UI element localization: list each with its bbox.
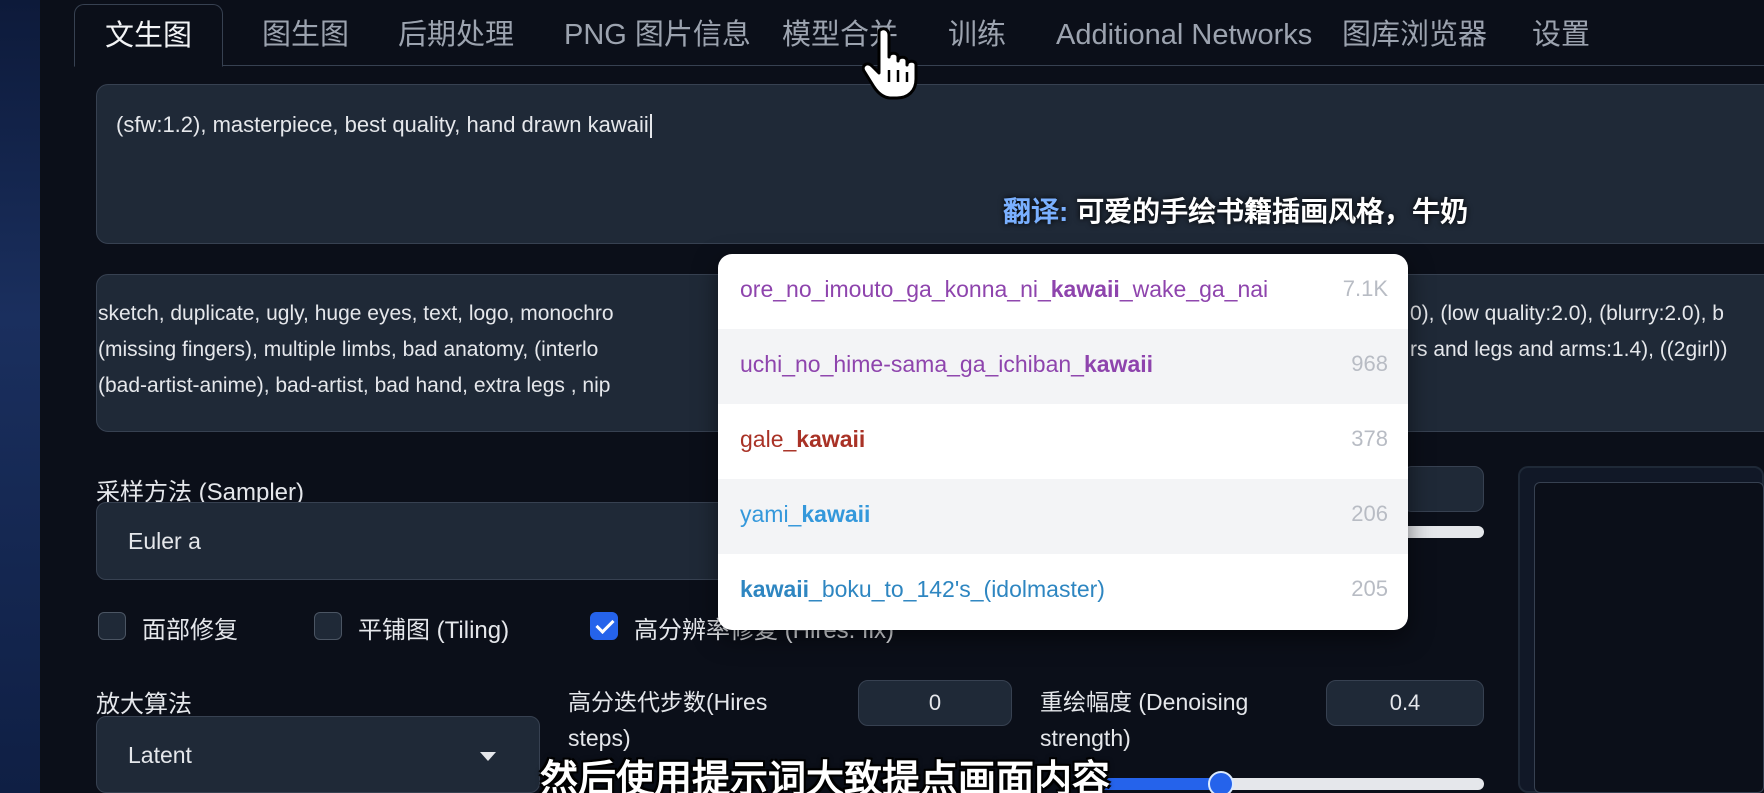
upscaler-label: 放大算法 — [96, 691, 192, 718]
upscaler-value: Latent — [128, 742, 192, 768]
face-restore-checkbox[interactable] — [98, 612, 126, 640]
desktop-background-strip — [0, 0, 40, 793]
denoising-slider-thumb[interactable] — [1208, 771, 1234, 793]
tab-txt2img[interactable]: 文生图 — [74, 4, 224, 67]
chevron-down-icon — [480, 752, 496, 761]
autocomplete-count: 206 — [1351, 501, 1388, 526]
hires-steps-label: 高分迭代步数(Hires steps) — [568, 689, 768, 751]
autocomplete-tag: gale_kawaii — [740, 426, 866, 452]
hires-steps-input[interactable]: 0 — [858, 680, 1012, 726]
tab-extras[interactable]: 后期处理 — [398, 4, 514, 66]
autocomplete-item[interactable]: kawaii_boku_to_142's_(idolmaster) 205 — [718, 554, 1408, 629]
hand-pointer-cursor-icon — [862, 27, 918, 100]
sampler-value: Euler a — [128, 528, 201, 554]
denoising-label: 重绘幅度 (Denoising strength) — [1040, 689, 1249, 751]
face-restore-label: 面部修复 — [142, 617, 238, 644]
denoising-slider-fill — [1100, 778, 1220, 790]
tiling-checkbox[interactable] — [314, 612, 342, 640]
autocomplete-tag: yami_kawaii — [740, 501, 871, 527]
autocomplete-tag: kawaii_boku_to_142's_(idolmaster) — [740, 576, 1105, 602]
steps-number-input[interactable] — [1402, 466, 1484, 512]
denoising-input[interactable]: 0.4 — [1326, 680, 1484, 726]
tiling-label: 平铺图 (Tiling) — [358, 617, 510, 644]
autocomplete-count: 7.1K — [1342, 276, 1388, 301]
steps-slider[interactable] — [1400, 526, 1484, 538]
prompt-textarea[interactable] — [96, 84, 1764, 244]
tab-train[interactable]: 训练 — [948, 4, 1006, 66]
autocomplete-count: 968 — [1351, 351, 1388, 376]
tab-settings[interactable]: 设置 — [1532, 4, 1590, 66]
negative-prompt-line: rs and legs and arms:1.4), ((2girl)) — [1410, 338, 1728, 361]
autocomplete-item[interactable]: gale_kawaii 378 — [718, 404, 1408, 479]
autocomplete-count: 378 — [1351, 426, 1388, 451]
image-preview-area — [1534, 482, 1764, 793]
tab-png-info[interactable]: PNG 图片信息 — [564, 4, 751, 66]
hires-fix-checkbox[interactable] — [590, 612, 618, 640]
negative-prompt-line: (missing fingers), multiple limbs, bad a… — [98, 338, 599, 361]
tab-additional-networks[interactable]: Additional Networks — [1056, 4, 1312, 66]
tab-image-browser[interactable]: 图库浏览器 — [1342, 4, 1487, 66]
autocomplete-count: 205 — [1351, 576, 1388, 601]
text-cursor — [649, 114, 652, 139]
autocomplete-tag: ore_no_imouto_ga_konna_ni_kawaii_wake_ga… — [740, 276, 1269, 302]
negative-prompt-line: (bad-artist-anime), bad-artist, bad hand… — [98, 374, 611, 397]
tag-autocomplete-popup: ore_no_imouto_ga_konna_ni_kawaii_wake_ga… — [718, 254, 1408, 630]
autocomplete-tag: uchi_no_hime-sama_ga_ichiban_kawaii — [740, 351, 1154, 377]
autocomplete-item[interactable]: ore_no_imouto_ga_konna_ni_kawaii_wake_ga… — [718, 254, 1408, 329]
translation-overlay: 翻译: 可爱的手绘书籍插画风格，牛奶 — [1003, 196, 1469, 227]
negative-prompt-line: sketch, duplicate, ugly, huge eyes, text… — [98, 302, 614, 325]
autocomplete-item[interactable]: yami_kawaii 206 — [718, 479, 1408, 554]
autocomplete-item[interactable]: uchi_no_hime-sama_ga_ichiban_kawaii 968 — [718, 329, 1408, 404]
video-subtitle: 然后使用提示词大致提点画面内容 — [540, 759, 1111, 793]
tab-img2img[interactable]: 图生图 — [262, 4, 349, 66]
prompt-text: (sfw:1.2), masterpiece, best quality, ha… — [116, 112, 652, 139]
negative-prompt-line: 0), (low quality:2.0), (blurry:2.0), b — [1410, 302, 1724, 325]
